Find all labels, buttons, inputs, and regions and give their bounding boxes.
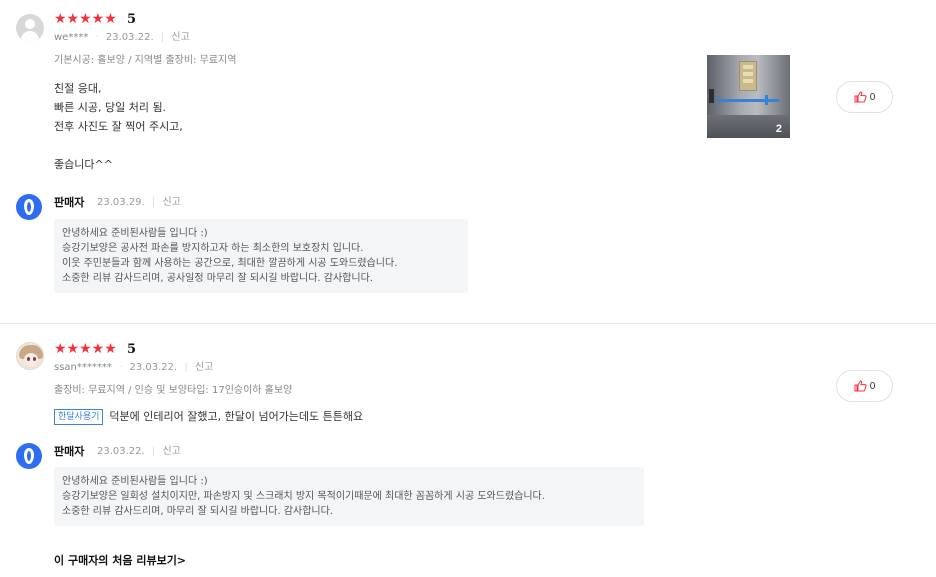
reply-text-line: 승강기보양은 공사전 파손를 방지하고자 하는 최소한의 보호장치 입니다. [62,243,364,254]
thumbs-up-icon [854,380,867,392]
review-content: 친절 응대, 빠른 시공, 당일 처리 됨. 전후 사진도 잘 찍어 주시고, … [54,79,183,174]
review-content: 한달사용기 덕분에 인테리어 잘했고, 한달이 넘어가는데도 튼튼해요 [54,407,363,426]
seller-meta: 23.03.22. | 신고 [97,446,181,457]
reply-date: 23.03.22. [97,446,145,457]
reply-text-line: 안녕하세요 준비된사람들 입니다 :) [62,476,208,487]
report-link[interactable]: 신고 [162,197,180,208]
seller-meta: 23.03.29. | 신고 [97,197,181,208]
user-avatar-icon [16,342,44,370]
like-button[interactable]: 0 [836,81,893,113]
review-date: 23.03.22. [129,362,178,373]
star-rating: ★★★★★ [54,11,117,27]
first-review-link[interactable]: 이 구매자의 처음 리뷰보기> [54,552,186,568]
purchase-option: 출장비: 무료지역 / 인승 및 보양타입: 17인승이하 홀보양 [54,385,293,396]
review-meta: ssan******* · 23.03.22. | 신고 [54,362,214,373]
review-text-line [54,136,183,155]
report-link[interactable]: 신고 [171,32,189,43]
reply-text-line: 소중한 리뷰 감사드리며, 마무리 잘 되시길 바랍니다. 감사합니다. [62,506,333,517]
star-rating: ★★★★★ [54,341,117,357]
review-text-line: 친절 응대, [54,82,102,95]
rating-score: 5 [127,12,137,27]
thumbs-up-icon [854,91,867,103]
review-text-line: 전후 사진도 잘 찍어 주시고, [54,120,183,133]
rating-score: 5 [127,342,137,357]
seller-name: 판매자 [54,196,85,209]
photo-count: 2 [775,123,782,135]
reply-text-line: 안녕하세요 준비된사람들 입니다 :) [62,228,208,239]
seller-name: 판매자 [54,445,85,458]
seller-reply: 안녕하세요 준비된사람들 입니다 :) 승강기보양은 공사전 파손를 방지하고자… [54,219,468,293]
review-text-line: 덕분에 인테리어 잘했고, 한달이 넘어가는데도 튼튼해요 [109,410,364,423]
review-photo-thumbnail[interactable]: 2 [707,55,790,138]
like-count: 0 [869,380,876,392]
review-meta: we**** · 23.03.22. | 신고 [54,32,190,43]
review-text-line: 좋습니다^^ [54,158,113,171]
like-button[interactable]: 0 [836,370,893,402]
review-divider [0,323,936,324]
seller-logo-icon [16,194,42,220]
reply-text-line: 이웃 주민분들과 함께 사용하는 공간으로, 최대한 깔끔하게 시공 도와드렸습… [62,258,398,269]
report-link[interactable]: 신고 [195,362,213,373]
review-date: 23.03.22. [105,32,154,43]
review-text-line: 빠른 시공, 당일 처리 됨. [54,101,167,114]
reviewer-id: we**** [54,32,89,43]
seller-logo-icon [16,443,42,469]
reply-text-line: 소중한 리뷰 감사드리며, 공사일정 마무리 잘 되시길 바랍니다. 감사합니다… [62,273,373,284]
seller-reply: 안녕하세요 준비된사람들 입니다 :) 승강기보양은 일회성 설치이지만, 파손… [54,467,644,526]
reply-text-line: 승강기보양은 일회성 설치이지만, 파손방지 및 스크래치 방지 목적이기때문에… [62,491,545,502]
purchase-option: 기본시공: 홀보양 / 지역별 출장비: 무료지역 [54,55,237,66]
user-avatar-icon [16,14,44,42]
report-link[interactable]: 신고 [162,446,180,457]
reviewer-id: ssan******* [54,362,112,373]
like-count: 0 [869,91,876,103]
reply-date: 23.03.29. [97,197,145,208]
month-use-tag: 한달사용기 [54,409,104,425]
